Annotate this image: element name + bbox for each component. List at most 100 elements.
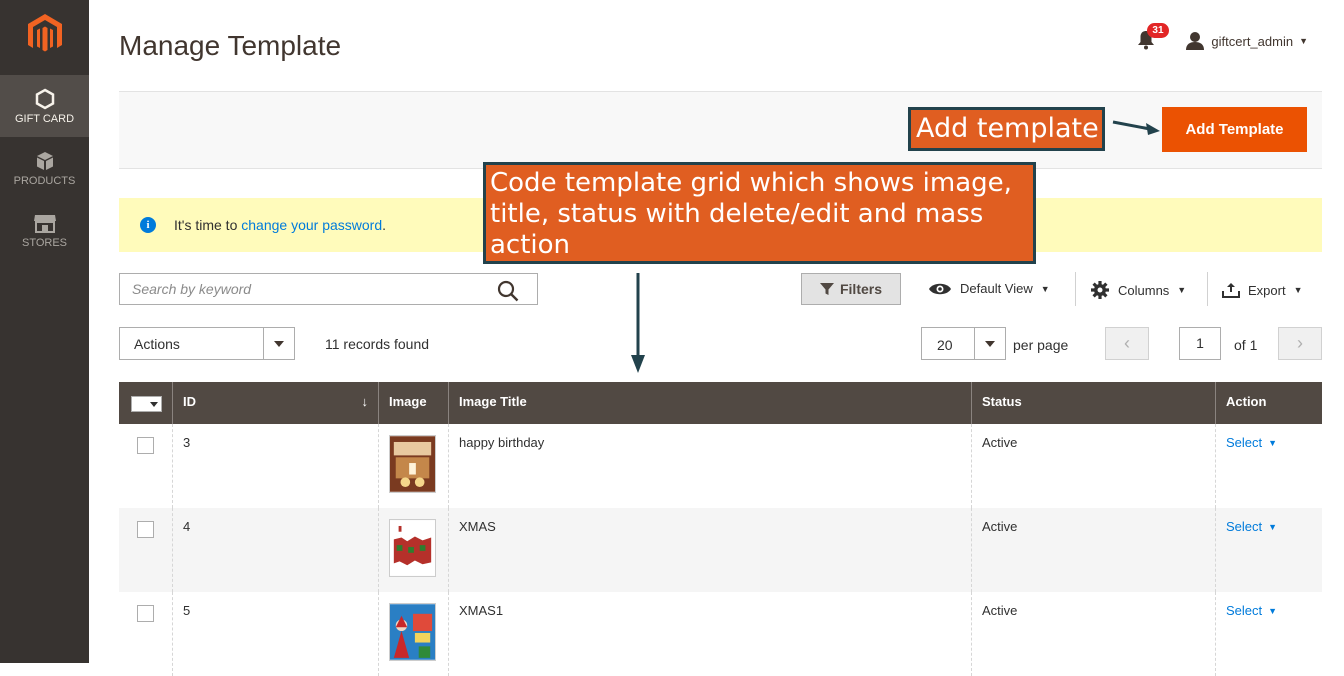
- add-template-button[interactable]: Add Template: [1162, 107, 1307, 152]
- grid-header: ID ↓ Image Image Title Status Action: [119, 382, 1322, 424]
- column-header-image[interactable]: Image: [378, 382, 448, 424]
- chevron-down-icon: [974, 328, 1005, 359]
- chevron-down-icon: ▼: [1299, 36, 1308, 46]
- row-select-cell: [119, 592, 172, 676]
- export-label: Export: [1248, 282, 1286, 298]
- row-checkbox[interactable]: [137, 521, 154, 538]
- chevron-down-icon: ▼: [1268, 605, 1278, 616]
- column-header-image-title[interactable]: Image Title: [448, 382, 971, 424]
- notice-prefix: It's time to: [174, 217, 242, 233]
- status-cell: Active: [971, 592, 1215, 676]
- info-icon: i: [140, 217, 156, 233]
- row-select-cell: [119, 508, 172, 592]
- sidebar-item-stores[interactable]: STORES: [0, 199, 89, 261]
- page-total: of 1: [1234, 337, 1258, 353]
- sidebar-item-label: STORES: [21, 237, 68, 249]
- image-cell: [378, 424, 448, 508]
- user-icon: [1186, 32, 1205, 50]
- template-thumbnail[interactable]: [389, 519, 436, 577]
- export-icon: [1222, 283, 1240, 298]
- header-actions: 31 giftcert_admin ▼: [1137, 23, 1308, 52]
- column-header-id[interactable]: ID ↓: [172, 382, 378, 424]
- row-action-select[interactable]: Select ▼: [1226, 435, 1277, 450]
- per-page-select[interactable]: 20: [921, 327, 1006, 360]
- mass-actions-dropdown[interactable]: Actions: [119, 327, 295, 360]
- template-thumbnail[interactable]: [389, 603, 436, 661]
- search-input[interactable]: [130, 274, 494, 304]
- table-row: 5 XMAS1 Active Select ▼: [119, 592, 1322, 676]
- chevron-down-icon: ▼: [1177, 285, 1187, 295]
- notice-suffix: .: [382, 217, 387, 233]
- per-page-label: per page: [1013, 337, 1069, 353]
- search-icon[interactable]: [497, 280, 519, 302]
- column-header-status[interactable]: Status: [971, 382, 1215, 424]
- table-row: 4 XMAS Active Select ▼: [119, 508, 1322, 592]
- row-action-label: Select: [1226, 603, 1263, 618]
- filters-button[interactable]: Filters: [801, 273, 901, 305]
- view-switcher[interactable]: Default View ▼: [928, 281, 1050, 296]
- notifications-button[interactable]: 31: [1137, 23, 1169, 52]
- id-cell: 4: [172, 508, 378, 592]
- mass-actions-label: Actions: [134, 336, 180, 352]
- row-action-label: Select: [1226, 435, 1263, 450]
- sidebar-item-label: PRODUCTS: [13, 175, 76, 187]
- notice-message: It's time to change your password.: [174, 217, 386, 233]
- status-cell: Active: [971, 424, 1215, 508]
- action-cell: Select ▼: [1215, 508, 1322, 592]
- page-number-input[interactable]: 1: [1179, 327, 1221, 360]
- id-cell: 5: [172, 592, 378, 676]
- page-title: Manage Template: [119, 30, 342, 61]
- mass-select-column: [119, 382, 172, 424]
- row-action-select[interactable]: Select ▼: [1226, 603, 1277, 618]
- chevron-down-icon: ▼: [1293, 285, 1303, 295]
- title-cell: happy birthday: [448, 424, 971, 508]
- columns-label: Columns: [1118, 282, 1170, 298]
- change-password-link[interactable]: change your password: [241, 217, 382, 233]
- title-cell: XMAS1: [448, 592, 971, 676]
- template-grid: ID ↓ Image Image Title Status Action 3 h…: [119, 382, 1322, 676]
- sidebar-item-gift-card[interactable]: GIFT CARD: [0, 75, 89, 137]
- image-cell: [378, 508, 448, 592]
- status-cell: Active: [971, 508, 1215, 592]
- action-cell: Select ▼: [1215, 592, 1322, 676]
- admin-sidebar: GIFT CARD PRODUCTS STORES: [0, 0, 89, 663]
- sidebar-item-products[interactable]: PRODUCTS: [0, 137, 89, 199]
- chevron-down-icon: ▼: [1268, 521, 1278, 532]
- funnel-icon: [819, 283, 834, 295]
- magento-logo-icon[interactable]: [25, 12, 65, 56]
- per-page-value: 20: [937, 337, 953, 353]
- filters-label: Filters: [839, 281, 882, 297]
- id-cell: 3: [172, 424, 378, 508]
- annotation-grid-description: Code template grid which shows image, ti…: [483, 162, 1036, 264]
- row-checkbox[interactable]: [137, 605, 154, 622]
- toolbar-divider: [1075, 272, 1076, 306]
- notification-count-badge: 31: [1147, 23, 1169, 38]
- columns-control[interactable]: Columns ▼: [1090, 280, 1186, 300]
- next-page-button[interactable]: ›: [1278, 327, 1322, 360]
- gear-icon: [1091, 281, 1109, 299]
- chevron-down-icon: [263, 328, 294, 359]
- user-menu[interactable]: giftcert_admin ▼: [1185, 31, 1308, 51]
- eye-icon: [929, 283, 951, 294]
- column-header-action: Action: [1215, 382, 1322, 424]
- previous-page-button[interactable]: ‹: [1105, 327, 1149, 360]
- column-header-label: ID: [183, 394, 196, 409]
- box-icon: [36, 152, 53, 170]
- toolbar-divider: [1207, 272, 1208, 306]
- chevron-down-icon: ▼: [1040, 283, 1050, 294]
- storefront-icon: [33, 215, 56, 233]
- sidebar-item-label: GIFT CARD: [14, 113, 75, 125]
- row-select-cell: [119, 424, 172, 508]
- template-thumbnail[interactable]: [389, 435, 436, 493]
- mass-select-checkbox[interactable]: [131, 396, 162, 412]
- records-count: 11 records found: [325, 336, 430, 352]
- row-action-select[interactable]: Select ▼: [1226, 519, 1277, 534]
- chevron-down-icon: ▼: [1268, 437, 1278, 448]
- export-control[interactable]: Export ▼: [1222, 282, 1303, 298]
- title-cell: XMAS: [448, 508, 971, 592]
- image-cell: [378, 592, 448, 676]
- row-checkbox[interactable]: [137, 437, 154, 454]
- annotation-arrow-right: [1112, 120, 1160, 135]
- annotation-arrow-down: [631, 273, 645, 373]
- sort-arrow-icon: ↓: [361, 394, 369, 409]
